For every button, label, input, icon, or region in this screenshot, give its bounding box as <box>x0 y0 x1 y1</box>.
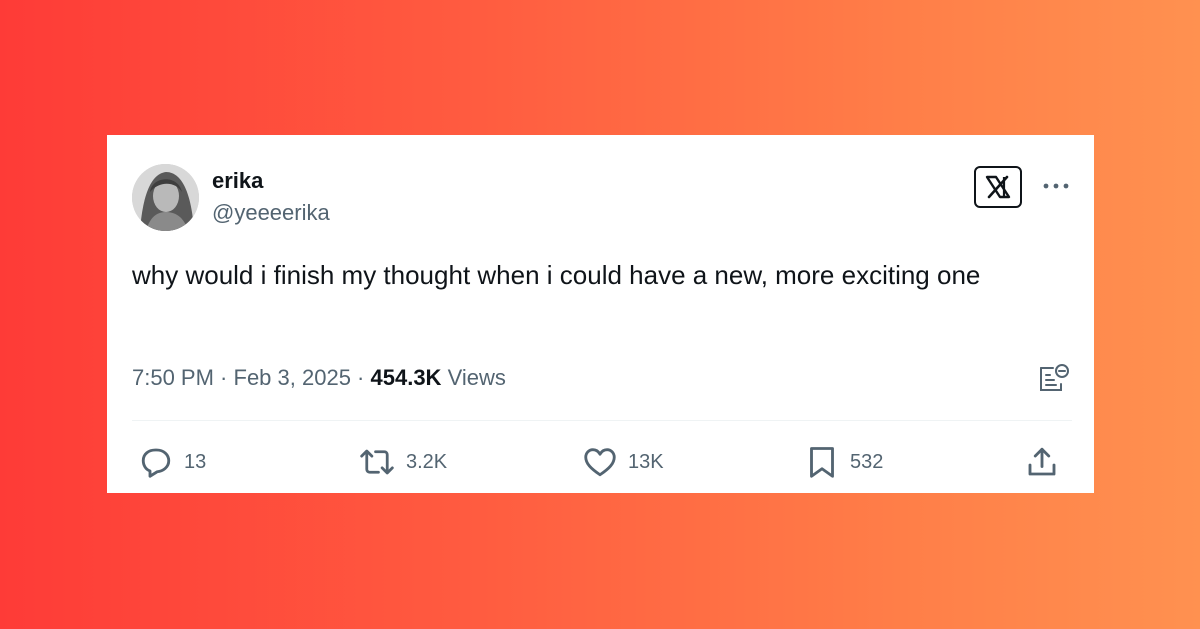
tweet-meta: 7:50 PM · Feb 3, 2025 · 454.3K Views <box>132 365 506 391</box>
repost-button[interactable]: 3.2K <box>358 444 447 480</box>
repost-count: 3.2K <box>406 450 448 473</box>
like-count: 13K <box>628 450 664 473</box>
views-label: Views <box>441 365 506 390</box>
meta-separator: · <box>350 365 371 390</box>
x-logo-icon <box>974 166 1022 208</box>
reply-icon <box>141 448 171 478</box>
grok-icon[interactable] <box>1036 360 1072 394</box>
meta-separator: · <box>213 365 234 390</box>
bookmark-count: 532 <box>850 450 884 473</box>
bookmark-icon <box>810 447 834 478</box>
reply-button[interactable]: 13 <box>138 444 206 480</box>
bookmark-button[interactable]: 532 <box>804 444 883 480</box>
tweet-text: why would i finish my thought when i cou… <box>132 260 981 290</box>
author-handle[interactable]: @yeeeerika <box>212 200 330 226</box>
views-count: 454.3K <box>370 365 442 390</box>
avatar-image <box>132 164 199 231</box>
like-button[interactable]: 13K <box>582 444 664 480</box>
tweet-time[interactable]: 7:50 PM <box>132 365 214 390</box>
divider <box>132 420 1072 421</box>
tweet-date[interactable]: Feb 3, 2025 <box>234 365 351 390</box>
repost-icon <box>360 449 394 475</box>
reply-count: 13 <box>184 450 207 473</box>
share-icon <box>1028 447 1056 476</box>
like-icon <box>584 448 616 477</box>
share-button[interactable] <box>1024 444 1060 480</box>
more-options-icon[interactable] <box>1040 172 1074 200</box>
avatar[interactable] <box>132 164 199 231</box>
author-name[interactable]: erika <box>212 168 263 194</box>
